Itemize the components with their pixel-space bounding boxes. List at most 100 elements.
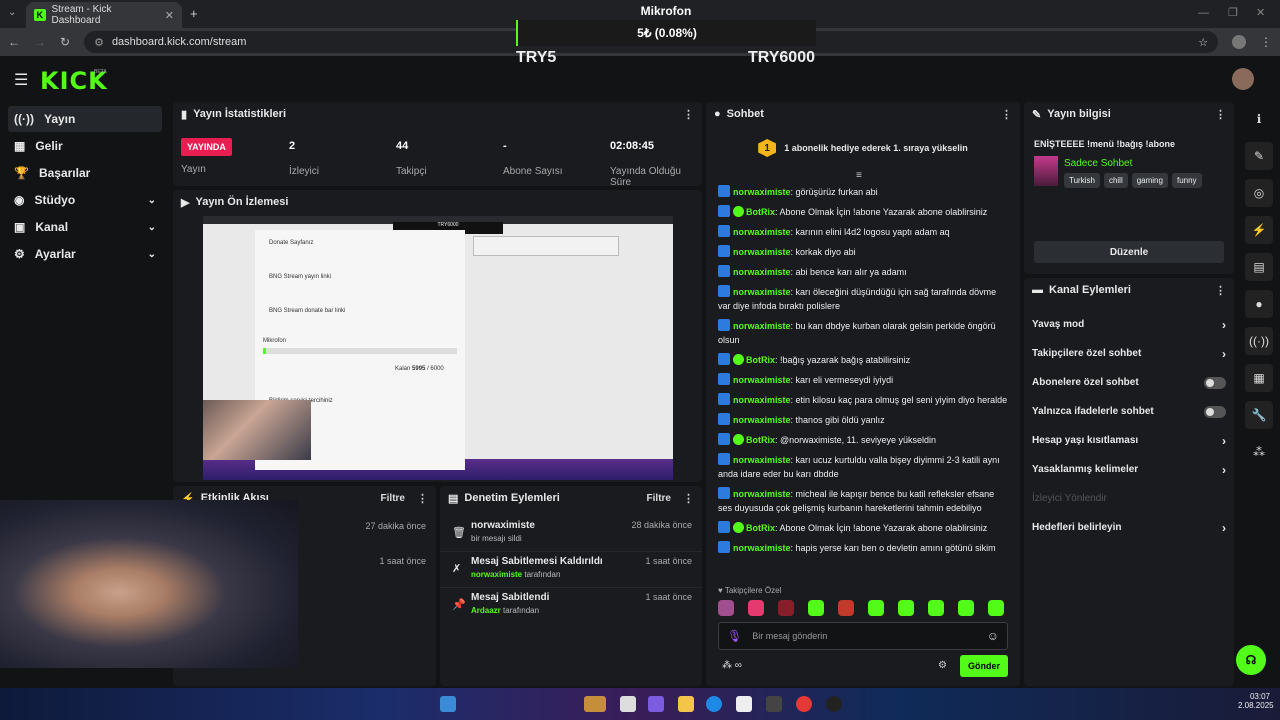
more-options-icon[interactable]: ⋮ [1215,284,1226,297]
more-options-icon[interactable]: ⋮ [1215,108,1226,121]
subscribers-only-toggle[interactable] [1204,376,1226,389]
filter-button[interactable]: Filtre [381,493,405,504]
slow-mode-action[interactable]: Yavaş mod › [1024,310,1234,339]
edit-icon[interactable]: ✎ [1245,142,1273,170]
record-icon[interactable]: ◎ [1245,179,1273,207]
sidebar-item-studio[interactable]: ◉ Stüdyo ⌄ [8,187,162,213]
send-button[interactable]: Gönder [960,655,1008,677]
edit-button[interactable]: Düzenle [1034,241,1224,263]
chat-message-list[interactable]: norwaximiste: görüşürüz furkan abi BotRix… [710,182,1016,578]
preview-video[interactable]: TRY6000 Donate Sayfanız BNG Stream yayın… [203,216,673,480]
chat-username[interactable]: norwaximiste [733,187,791,197]
site-info-icon[interactable]: ⚙ [94,36,104,49]
filter-button[interactable]: Filtre [647,493,671,504]
bolt-icon[interactable]: ⚡ [1245,216,1273,244]
back-icon[interactable]: ← [8,35,20,49]
emote-icon[interactable] [958,600,974,616]
emote-only-toggle[interactable] [1204,405,1226,418]
chat-icon[interactable]: ● [1245,290,1273,318]
forward-icon[interactable]: → [34,35,46,49]
sidebar-item-achievements[interactable]: 🏆 Başarılar [8,160,162,186]
emote-icon[interactable] [778,600,794,616]
points-icon[interactable]: ⁂ ∞ [722,660,742,671]
more-options-icon[interactable]: ⋮ [1001,108,1012,121]
sidebar-item-revenue[interactable]: ▦ Gelir [8,133,162,159]
app-icon[interactable] [620,696,636,712]
chat-username[interactable]: BotRix [746,207,775,217]
user-avatar[interactable] [1232,68,1254,90]
emote-icon[interactable] [838,600,854,616]
category-name[interactable]: Sadece Sohbet [1064,158,1132,169]
account-age-action[interactable]: Hesap yaşı kısıtlaması › [1024,426,1234,455]
chat-username[interactable]: BotRix [746,435,775,445]
viewers-stat: 2 İzleyici [289,140,319,177]
tab-search-icon[interactable]: ⌄ [8,7,16,18]
chrome-icon[interactable] [796,696,812,712]
app-icon[interactable] [826,696,842,712]
chat-username[interactable]: norwaximiste [733,543,791,553]
chat-username[interactable]: norwaximiste [733,375,791,385]
emote-icon[interactable] [928,600,944,616]
support-headset-icon[interactable]: ☊ [1236,645,1266,675]
app-icon[interactable] [584,696,606,712]
set-goals-action[interactable]: Hedefleri belirleyin › [1024,513,1234,542]
copilot-icon[interactable] [648,696,664,712]
emoji-icon[interactable]: ☺ [987,629,999,643]
emote-icon[interactable] [808,600,824,616]
chat-username[interactable]: norwaximiste [733,395,791,405]
tab-close-icon[interactable]: ✕ [165,9,174,22]
obs-icon[interactable] [766,696,782,712]
emote-icon[interactable] [868,600,884,616]
menu-icon[interactable]: ⋮ [1260,35,1272,49]
more-options-icon[interactable]: ⋮ [417,492,428,505]
start-icon[interactable] [440,696,456,712]
hamburger-menu-icon[interactable]: ☰ [14,70,28,90]
chat-username[interactable]: BotRix [746,523,775,533]
more-options-icon[interactable]: ⋮ [683,492,694,505]
sidebar-item-stream[interactable]: ((·)) Yayın [8,106,162,132]
sidebar-item-channel[interactable]: ▣ Kanal ⌄ [8,214,162,240]
banned-words-action[interactable]: Yasaklanmış kelimeler › [1024,455,1234,484]
clock[interactable]: 03:07 2.08.2025 [1238,692,1274,710]
reload-icon[interactable]: ↻ [60,35,70,49]
minimize-icon[interactable]: — [1198,7,1209,19]
chat-username[interactable]: norwaximiste [733,415,791,425]
chat-username[interactable]: norwaximiste [733,455,791,465]
info-icon[interactable]: ℹ [1245,105,1273,133]
store-icon[interactable] [736,696,752,712]
new-tab-icon[interactable]: + [190,6,198,21]
microphone-icon[interactable]: 🎙 [727,629,742,643]
file-explorer-icon[interactable] [678,696,694,712]
chat-username[interactable]: norwaximiste [733,267,791,277]
more-options-icon[interactable]: ⋮ [683,108,694,121]
followers-only-action[interactable]: Takipçilere özel sohbet › [1024,339,1234,368]
dots-icon[interactable]: ⁂ [1245,438,1273,466]
chat-input[interactable]: 🎙 Bir mesaj gönderin ☺ [718,622,1008,650]
chat-username[interactable]: BotRix [746,355,775,365]
bookmark-star-icon[interactable]: ☆ [1198,36,1208,49]
profile-avatar[interactable] [1232,35,1246,49]
chat-username[interactable]: norwaximiste [733,489,791,499]
window-close-icon[interactable]: ✕ [1256,6,1265,19]
sidebar-item-settings[interactable]: ⚙ Ayarlar ⌄ [8,241,162,267]
emote-icon[interactable] [988,600,1004,616]
edge-icon[interactable] [706,696,722,712]
chat-username[interactable]: norwaximiste [733,321,791,331]
browser-tab[interactable]: K Stream - Kick Dashboard ✕ [26,2,182,28]
chat-username[interactable]: norwaximiste [733,247,791,257]
collapse-icon[interactable]: ≡ [856,170,862,181]
emote-icon[interactable] [718,600,734,616]
emote-icon[interactable] [898,600,914,616]
layout-icon[interactable]: ▦ [1245,364,1273,392]
broadcast-icon[interactable]: ((·)) [1245,327,1273,355]
chat-message: norwaximiste: karı ucuz kurtuldu valla b… [718,453,1000,479]
user-badge-icon [718,225,730,237]
verified-bot-icon [733,434,744,445]
emote-icon[interactable] [748,600,764,616]
chat-username[interactable]: norwaximiste [733,287,791,297]
wrench-icon[interactable]: 🔧 [1245,401,1273,429]
chat-username[interactable]: norwaximiste [733,227,791,237]
chat-settings-icon[interactable]: ⚙ [938,660,947,671]
list-icon[interactable]: ▤ [1245,253,1273,281]
maximize-icon[interactable]: ❐ [1228,6,1238,19]
